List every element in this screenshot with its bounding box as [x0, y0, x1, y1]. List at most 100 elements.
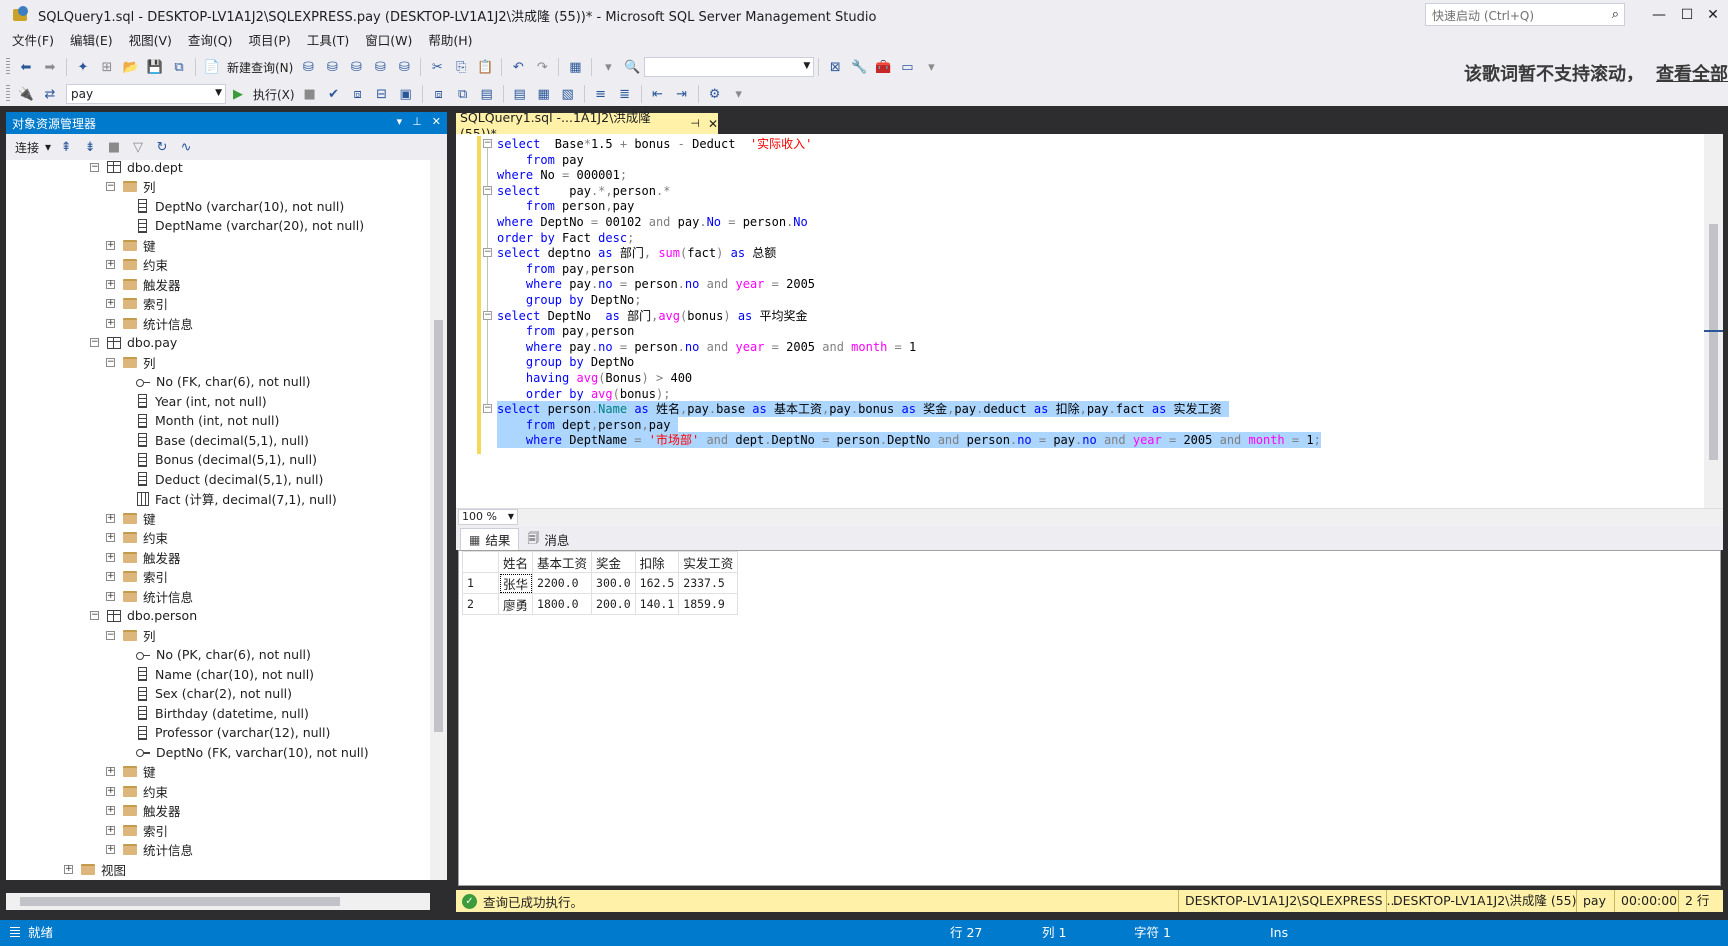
- tree-node[interactable]: + 约束: [106, 255, 168, 275]
- code-line[interactable]: select DeptNo as 部门,avg(bonus) as 平均奖金: [497, 308, 808, 324]
- tree-node[interactable]: + 约束: [106, 528, 168, 548]
- column-header[interactable]: 实发工资: [678, 551, 739, 573]
- object-explorer-vertical-scrollbar[interactable]: [430, 160, 447, 880]
- collapse-icon[interactable]: −: [90, 611, 99, 620]
- toolbox-icon[interactable]: 🧰: [872, 57, 894, 77]
- collapse-icon[interactable]: −: [106, 182, 115, 191]
- menu-query[interactable]: 查询(Q): [180, 30, 241, 52]
- collapse-icon[interactable]: −: [483, 248, 492, 258]
- toolbar-options-icon[interactable]: ▾: [920, 57, 942, 77]
- code-line[interactable]: select person.Name as 姓名,pay.base as 基本工…: [497, 401, 1229, 418]
- tree-node[interactable]: Month (int, not null): [136, 411, 279, 431]
- decrease-indent-icon[interactable]: ⇤: [647, 84, 669, 104]
- cancel-query-icon[interactable]: ■: [299, 84, 321, 104]
- column-header[interactable]: 姓名: [497, 551, 534, 573]
- expand-icon[interactable]: +: [106, 533, 115, 542]
- tree-node[interactable]: Birthday (datetime, null): [136, 703, 309, 723]
- new-project-icon[interactable]: ✦: [72, 57, 94, 77]
- tree-node[interactable]: Professor (varchar(12), null): [136, 723, 330, 743]
- expand-icon[interactable]: +: [106, 572, 115, 581]
- code-line[interactable]: from pay,person: [497, 323, 634, 339]
- filter-icon[interactable]: ▽: [127, 137, 149, 157]
- tree-node[interactable]: + 键: [106, 508, 156, 528]
- grid-cell[interactable]: 2337.5: [678, 572, 739, 594]
- grid-cell[interactable]: 廖勇: [497, 593, 534, 615]
- pin-icon[interactable]: ⊥: [412, 115, 422, 128]
- tree-node[interactable]: No (PK, char(6), not null): [136, 645, 311, 665]
- client-statistics-icon[interactable]: ▤: [476, 84, 498, 104]
- code-line[interactable]: select deptno as 部门, sum(fact) as 总额: [497, 245, 776, 261]
- available-databases-combo[interactable]: pay ▼: [66, 84, 226, 104]
- connect-button[interactable]: 连接: [12, 139, 42, 156]
- tree-node[interactable]: Year (int, not null): [136, 391, 267, 411]
- expand-icon[interactable]: +: [106, 260, 115, 269]
- code-line[interactable]: group by DeptNo: [497, 354, 634, 370]
- tree-node[interactable]: + 统计信息: [106, 586, 193, 606]
- tree-node[interactable]: + 索引: [106, 294, 168, 314]
- expand-icon[interactable]: +: [106, 279, 115, 289]
- menu-window[interactable]: 窗口(W): [357, 30, 420, 52]
- code-line[interactable]: where DeptNo = 00102 and pay.No = person…: [497, 214, 808, 230]
- object-explorer-horizontal-scrollbar[interactable]: [6, 893, 430, 910]
- expand-icon[interactable]: +: [106, 767, 115, 776]
- tree-node[interactable]: + 约束: [106, 781, 168, 801]
- tree-node[interactable]: DeptName (varchar(20), not null): [136, 216, 364, 236]
- grid-cell[interactable]: 140.1: [634, 593, 680, 615]
- expand-icon[interactable]: +: [106, 513, 115, 523]
- forward-icon[interactable]: ➡: [39, 57, 61, 77]
- menu-edit[interactable]: 编辑(E): [62, 30, 121, 52]
- code-text-area[interactable]: select Base*1.5 + bonus - Deduct '实际收入' …: [497, 136, 1728, 506]
- zoom-combo[interactable]: 100 % ▼: [458, 509, 518, 525]
- code-line[interactable]: from pay,person: [497, 261, 634, 277]
- collapse-icon[interactable]: −: [483, 185, 492, 195]
- expand-icon[interactable]: +: [106, 240, 115, 250]
- toolbar-grip[interactable]: [6, 85, 10, 103]
- object-explorer-tree[interactable]: − dbo.dept − 列 DeptNo (varchar(10), not null…: [6, 160, 430, 880]
- editor-horizontal-scrollbar[interactable]: [456, 508, 1723, 526]
- results-to-text-icon[interactable]: ▤: [509, 84, 531, 104]
- tree-node[interactable]: + 视图: [64, 859, 126, 879]
- include-actual-plan-icon[interactable]: ⧈: [428, 84, 450, 104]
- window-position-icon[interactable]: ▾: [397, 115, 403, 128]
- menu-help[interactable]: 帮助(H): [420, 30, 480, 52]
- grid-cell[interactable]: 1800.0: [532, 593, 593, 615]
- solution-explorer-icon[interactable]: ⊠: [824, 57, 846, 77]
- tree-node[interactable]: + 触发器: [106, 801, 181, 821]
- menu-view[interactable]: 视图(V): [121, 30, 180, 52]
- tree-node[interactable]: + 统计信息: [106, 840, 193, 860]
- results-to-grid-icon[interactable]: ▦: [533, 84, 555, 104]
- collapse-icon[interactable]: −: [106, 357, 115, 367]
- code-line[interactable]: order by avg(bonus);: [497, 386, 671, 402]
- scrollbar-thumb[interactable]: [20, 897, 340, 906]
- column-header[interactable]: 基本工资: [532, 551, 593, 573]
- grid-cell[interactable]: 张华: [497, 572, 534, 594]
- scrollbar-thumb[interactable]: [1709, 224, 1718, 460]
- tree-node[interactable]: DeptNo (FK, varchar(10), not null): [136, 742, 369, 762]
- code-line[interactable]: where DeptName = '市场部' and dept.DeptNo =…: [497, 432, 1321, 449]
- expand-icon[interactable]: +: [106, 845, 115, 854]
- properties-icon[interactable]: 🔧: [848, 57, 870, 77]
- tree-node[interactable]: + 索引: [106, 820, 168, 840]
- tree-node[interactable]: + 索引: [106, 567, 168, 587]
- code-line[interactable]: where No = 000001;: [497, 167, 627, 183]
- intellisense-icon[interactable]: ▣: [395, 84, 417, 104]
- tree-node[interactable]: − 列: [106, 352, 156, 372]
- code-line[interactable]: from pay: [497, 152, 584, 168]
- column-header[interactable]: 奖金: [591, 551, 636, 573]
- find-combo[interactable]: ▼: [644, 57, 815, 77]
- collapse-icon[interactable]: −: [483, 139, 492, 148]
- expand-icon[interactable]: +: [106, 825, 115, 835]
- editor-vertical-scrollbar[interactable]: [1704, 134, 1723, 508]
- collapse-icon[interactable]: −: [483, 404, 492, 414]
- close-button[interactable]: ✕: [1690, 0, 1728, 30]
- toolbar-options-icon[interactable]: ▾: [728, 84, 750, 104]
- tree-node[interactable]: − dbo.person: [90, 606, 197, 626]
- tree-node[interactable]: Deduct (decimal(5,1), null): [136, 469, 323, 489]
- dax-query-icon[interactable]: ⛁: [393, 57, 415, 77]
- code-line[interactable]: where pay.no = person.no and year = 2005…: [497, 339, 916, 355]
- uncomment-icon[interactable]: ≣: [614, 84, 636, 104]
- dmx-query-icon[interactable]: ⛁: [345, 57, 367, 77]
- tree-node[interactable]: Fact (计算, decimal(7,1), null): [136, 489, 337, 509]
- close-icon[interactable]: ✕: [708, 117, 718, 131]
- tree-node[interactable]: − 列: [106, 177, 156, 197]
